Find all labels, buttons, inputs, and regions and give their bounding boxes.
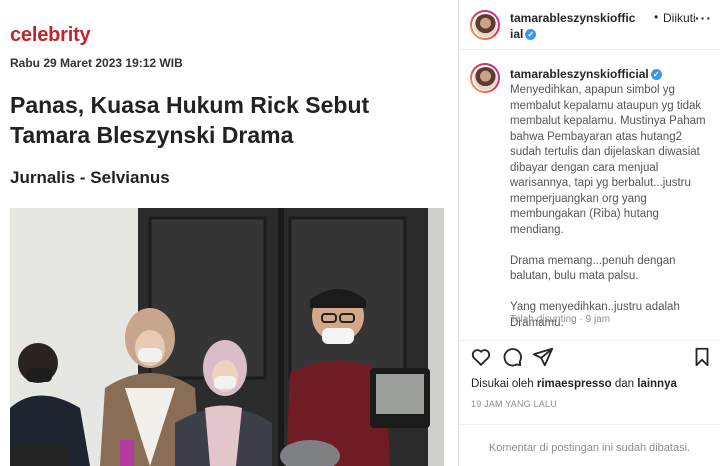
more-icon[interactable]: ···	[695, 10, 712, 26]
article-headline: Panas, Kuasa Hukum Rick Sebut Tamara Ble…	[10, 92, 370, 148]
post-time[interactable]: 19 JAM YANG LALU	[471, 399, 557, 409]
instagram-post-panel: tamarableszynskiofficial ✓ • Diikuti ··· …	[459, 0, 720, 466]
post-caption: Menyedihkan, apapun simbol yg membalut k…	[510, 84, 706, 329]
post-header: tamarableszynskiofficial ✓ • Diikuti ···	[459, 0, 720, 50]
header-username[interactable]: tamarableszynskiofficial ✓	[510, 10, 638, 42]
comment-icon[interactable]	[501, 346, 523, 368]
press-conference-photo	[10, 208, 444, 466]
likes-summary: Disukai oleh rimaespresso dan lainnya	[471, 378, 677, 390]
verified-icon: ✓	[525, 29, 537, 41]
article-photo	[10, 208, 444, 466]
caption-avatar[interactable]	[470, 63, 500, 93]
likes-others-link[interactable]: lainnya	[637, 378, 677, 390]
post-actions	[459, 340, 720, 370]
header-avatar[interactable]	[470, 10, 500, 40]
caption-username-text[interactable]: tamarableszynskiofficial	[510, 67, 649, 81]
likes-prefix: Disukai oleh	[471, 378, 534, 390]
header-separator: •	[654, 10, 659, 24]
likes-user-link[interactable]: rimaespresso	[537, 378, 612, 390]
bookmark-icon[interactable]	[691, 346, 713, 368]
caption-username[interactable]: tamarableszynskiofficial ✓	[510, 67, 662, 81]
likes-and: dan	[614, 378, 635, 390]
news-article: celebrity Rabu 29 Maret 2023 19:12 WIB P…	[0, 0, 458, 466]
comments-disabled-notice: Komentar di postingan ini sudah dibatasi…	[459, 424, 720, 466]
share-icon[interactable]	[532, 346, 554, 368]
article-date: Rabu 29 Maret 2023 19:12 WIB	[10, 56, 183, 70]
verified-icon: ✓	[650, 69, 662, 81]
edited-timestamp: Telah disunting · 9 jam	[510, 314, 611, 325]
article-byline: Jurnalis - Selvianus	[10, 168, 170, 187]
article-category[interactable]: celebrity	[10, 24, 91, 47]
follow-status-button[interactable]: Diikuti	[663, 11, 696, 25]
heart-icon[interactable]	[470, 346, 492, 368]
